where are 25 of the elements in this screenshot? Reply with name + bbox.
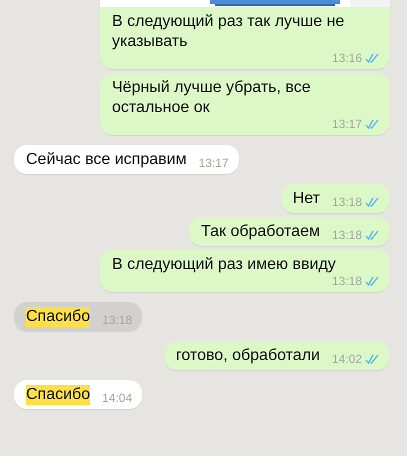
message-time: 13:18 (332, 196, 362, 208)
message-time: 13:16 (332, 52, 362, 64)
message-text: готово, обработали (176, 346, 320, 366)
outgoing-message-bubble[interactable]: В следующий раз имею ввиду 13:18 (100, 250, 390, 292)
incoming-message-bubble[interactable]: Спасибо 14:04 (14, 380, 142, 409)
outgoing-message-bubble[interactable]: Нет 13:18 (280, 184, 390, 213)
message-time: 13:18 (332, 229, 362, 241)
message-text: В следующий раз имею ввиду (112, 255, 336, 275)
message-time: 13:18 (332, 275, 362, 287)
message-text: Чёрный лучше убрать, все остальное ок (112, 78, 312, 118)
message-time: 14:02 (332, 353, 362, 365)
outgoing-message-bubble[interactable]: В следующий раз так лучше не указывать 13:16 (100, 0, 390, 69)
message-text: Нет (292, 189, 320, 209)
outgoing-message-bubble[interactable]: готово, обработали 14:02 (164, 341, 390, 370)
message-text: Так обработаем (201, 222, 320, 242)
incoming-message-bubble[interactable]: Сейчас все исправим 13:17 (14, 145, 239, 174)
message-time: 13:17 (332, 118, 362, 130)
message-text: Спасибо (26, 307, 90, 327)
message-text: Спасибо (26, 385, 90, 405)
outgoing-message-bubble[interactable]: Чёрный лучше убрать, все остальное ок 13:17 (100, 73, 390, 135)
message-text: Сейчас все исправим (26, 150, 187, 170)
message-text: В следующий раз так лучше не указывать (112, 12, 346, 52)
message-time: 14:04 (102, 392, 132, 404)
outgoing-message-bubble[interactable]: Так обработаем 13:18 (189, 217, 390, 246)
message-time: 13:17 (198, 157, 229, 169)
